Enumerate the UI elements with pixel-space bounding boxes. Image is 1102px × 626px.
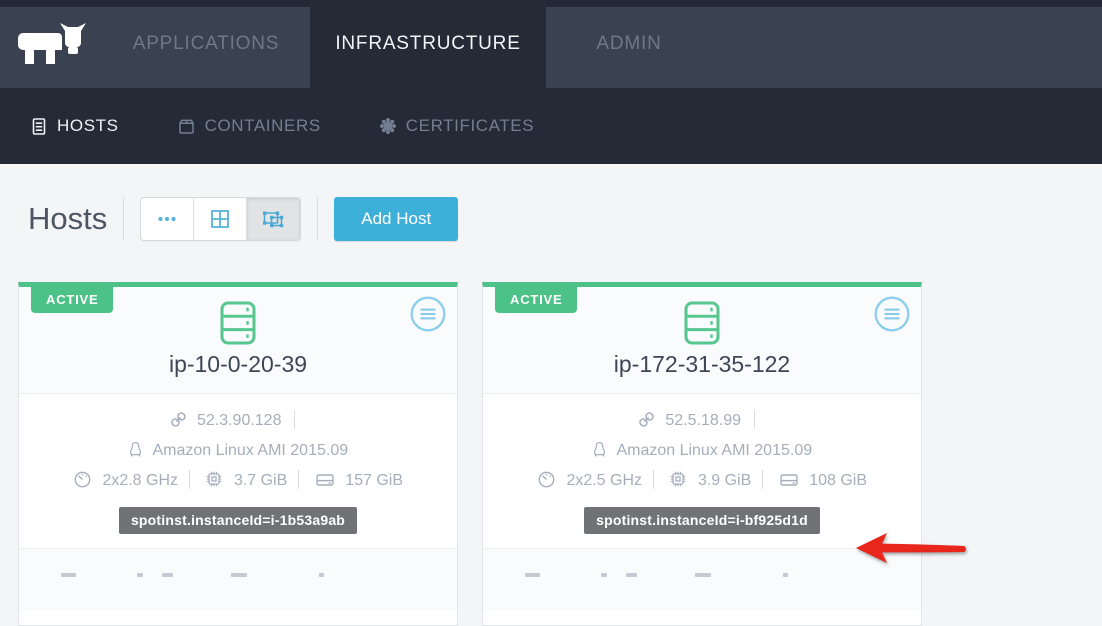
host-memory: 3.7 GiB — [234, 472, 287, 489]
status-badge: ACTIVE — [495, 287, 577, 313]
host-ip: 52.3.90.128 — [197, 412, 282, 429]
sub-nav: HOSTS CONTAINERS CERTIFICATES — [0, 88, 1102, 164]
subnav-item-hosts[interactable]: HOSTS — [30, 116, 119, 136]
memory-chip-icon — [201, 472, 234, 489]
host-menu-icon[interactable] — [873, 295, 911, 333]
host-menu-icon[interactable] — [409, 295, 447, 333]
clipped-text-top — [783, 573, 788, 577]
host-specs-row: 2x2.5 GHz 3.9 GiB 108 GiB — [483, 466, 921, 496]
add-host-button[interactable]: Add Host — [334, 197, 458, 241]
ellipsis-icon — [157, 215, 177, 223]
separator — [298, 470, 299, 489]
top-nav: APPLICATIONS INFRASTRUCTURE ADMIN — [0, 0, 1102, 88]
host-label-tag[interactable]: spotinst.instanceId=i-bf925d1d — [584, 507, 820, 534]
host-card-header: ACTIVE ip-10-0-20-39 — [19, 287, 457, 394]
cpu-gauge-icon — [537, 472, 566, 489]
clipped-text-top — [137, 573, 143, 577]
rancher-cow-icon — [16, 21, 86, 67]
host-os: Amazon Linux AMI 2015.09 — [152, 442, 348, 459]
certificates-icon — [379, 117, 397, 135]
clipped-text-top — [162, 573, 173, 577]
link-icon — [170, 412, 197, 429]
tab-label: INFRASTRUCTURE — [335, 33, 520, 55]
separator — [189, 470, 190, 489]
host-label-tag[interactable]: spotinst.instanceId=i-1b53a9ab — [119, 507, 357, 534]
memory-chip-icon — [665, 472, 698, 489]
list-view-button[interactable] — [141, 198, 194, 240]
toolbar-divider — [317, 197, 318, 241]
host-card-header: ACTIVE ip-172-31-35-122 — [483, 287, 921, 394]
host-card-2: ACTIVE ip-172-31-35-122 — [482, 282, 922, 626]
tab-label: APPLICATIONS — [133, 33, 280, 55]
tab-admin[interactable]: ADMIN — [546, 0, 712, 88]
clipped-text-top — [695, 573, 711, 577]
host-card-footer — [19, 548, 457, 610]
host-os-row: Amazon Linux AMI 2015.09 — [483, 436, 921, 466]
hosts-toolbar: Hosts — [28, 196, 1102, 242]
host-name[interactable]: ip-172-31-35-122 — [483, 351, 921, 378]
host-card-body: 52.3.90.128 Amazon Linux AMI 2015.09 — [19, 394, 457, 548]
subnav-label: CERTIFICATES — [406, 116, 534, 136]
clipped-text-top — [231, 573, 247, 577]
subnav-item-certificates[interactable]: CERTIFICATES — [379, 116, 534, 136]
host-memory: 3.9 GiB — [698, 472, 751, 489]
tab-infrastructure[interactable]: INFRASTRUCTURE — [310, 0, 546, 88]
host-cpu: 2x2.8 GHz — [102, 472, 178, 489]
separator — [762, 470, 763, 489]
host-os-row: Amazon Linux AMI 2015.09 — [19, 436, 457, 466]
host-cards: ACTIVE ip-10-0-20-39 — [18, 282, 1102, 626]
host-name[interactable]: ip-10-0-20-39 — [19, 351, 457, 378]
topology-icon — [262, 210, 285, 229]
host-specs-row: 2x2.8 GHz 3.7 GiB 157 GiB — [19, 466, 457, 496]
topology-view-button[interactable] — [247, 198, 300, 240]
subnav-item-containers[interactable]: CONTAINERS — [177, 116, 321, 136]
linux-icon — [592, 442, 617, 459]
subnav-label: HOSTS — [57, 116, 119, 136]
clipped-text-top — [626, 573, 637, 577]
host-cpu: 2x2.5 GHz — [566, 472, 642, 489]
status-badge: ACTIVE — [31, 287, 113, 313]
page-title: Hosts — [28, 201, 107, 237]
disk-icon — [774, 472, 809, 489]
host-card-body: 52.5.18.99 Amazon Linux AMI 2015.09 — [483, 394, 921, 548]
clipped-text-top — [61, 573, 76, 577]
clipped-text-top — [319, 573, 324, 577]
cpu-gauge-icon — [73, 472, 102, 489]
host-server-icon — [219, 300, 257, 346]
host-storage: 157 GiB — [345, 472, 403, 489]
clipped-text-top — [601, 573, 607, 577]
grid-view-button[interactable] — [194, 198, 247, 240]
clipped-text-top — [525, 573, 540, 577]
rancher-logo[interactable] — [0, 0, 102, 88]
containers-icon — [177, 117, 196, 136]
host-ip-row: 52.5.18.99 — [483, 406, 921, 436]
separator — [294, 410, 295, 429]
toolbar-divider — [123, 197, 124, 241]
hosts-icon — [30, 117, 48, 136]
separator — [754, 410, 755, 429]
linux-icon — [128, 442, 153, 459]
subnav-label: CONTAINERS — [205, 116, 321, 136]
tab-label: ADMIN — [596, 33, 661, 55]
view-mode-group — [140, 197, 301, 241]
link-icon — [638, 412, 665, 429]
red-arrow-annotation-icon — [853, 529, 975, 567]
separator — [653, 470, 654, 489]
host-os: Amazon Linux AMI 2015.09 — [616, 442, 812, 459]
grid-icon — [209, 208, 231, 230]
disk-icon — [310, 472, 345, 489]
host-server-icon — [683, 300, 721, 346]
host-ip-row: 52.3.90.128 — [19, 406, 457, 436]
host-card-1: ACTIVE ip-10-0-20-39 — [18, 282, 458, 626]
host-ip: 52.5.18.99 — [665, 412, 741, 429]
host-storage: 108 GiB — [809, 472, 867, 489]
tab-applications[interactable]: APPLICATIONS — [102, 0, 310, 88]
